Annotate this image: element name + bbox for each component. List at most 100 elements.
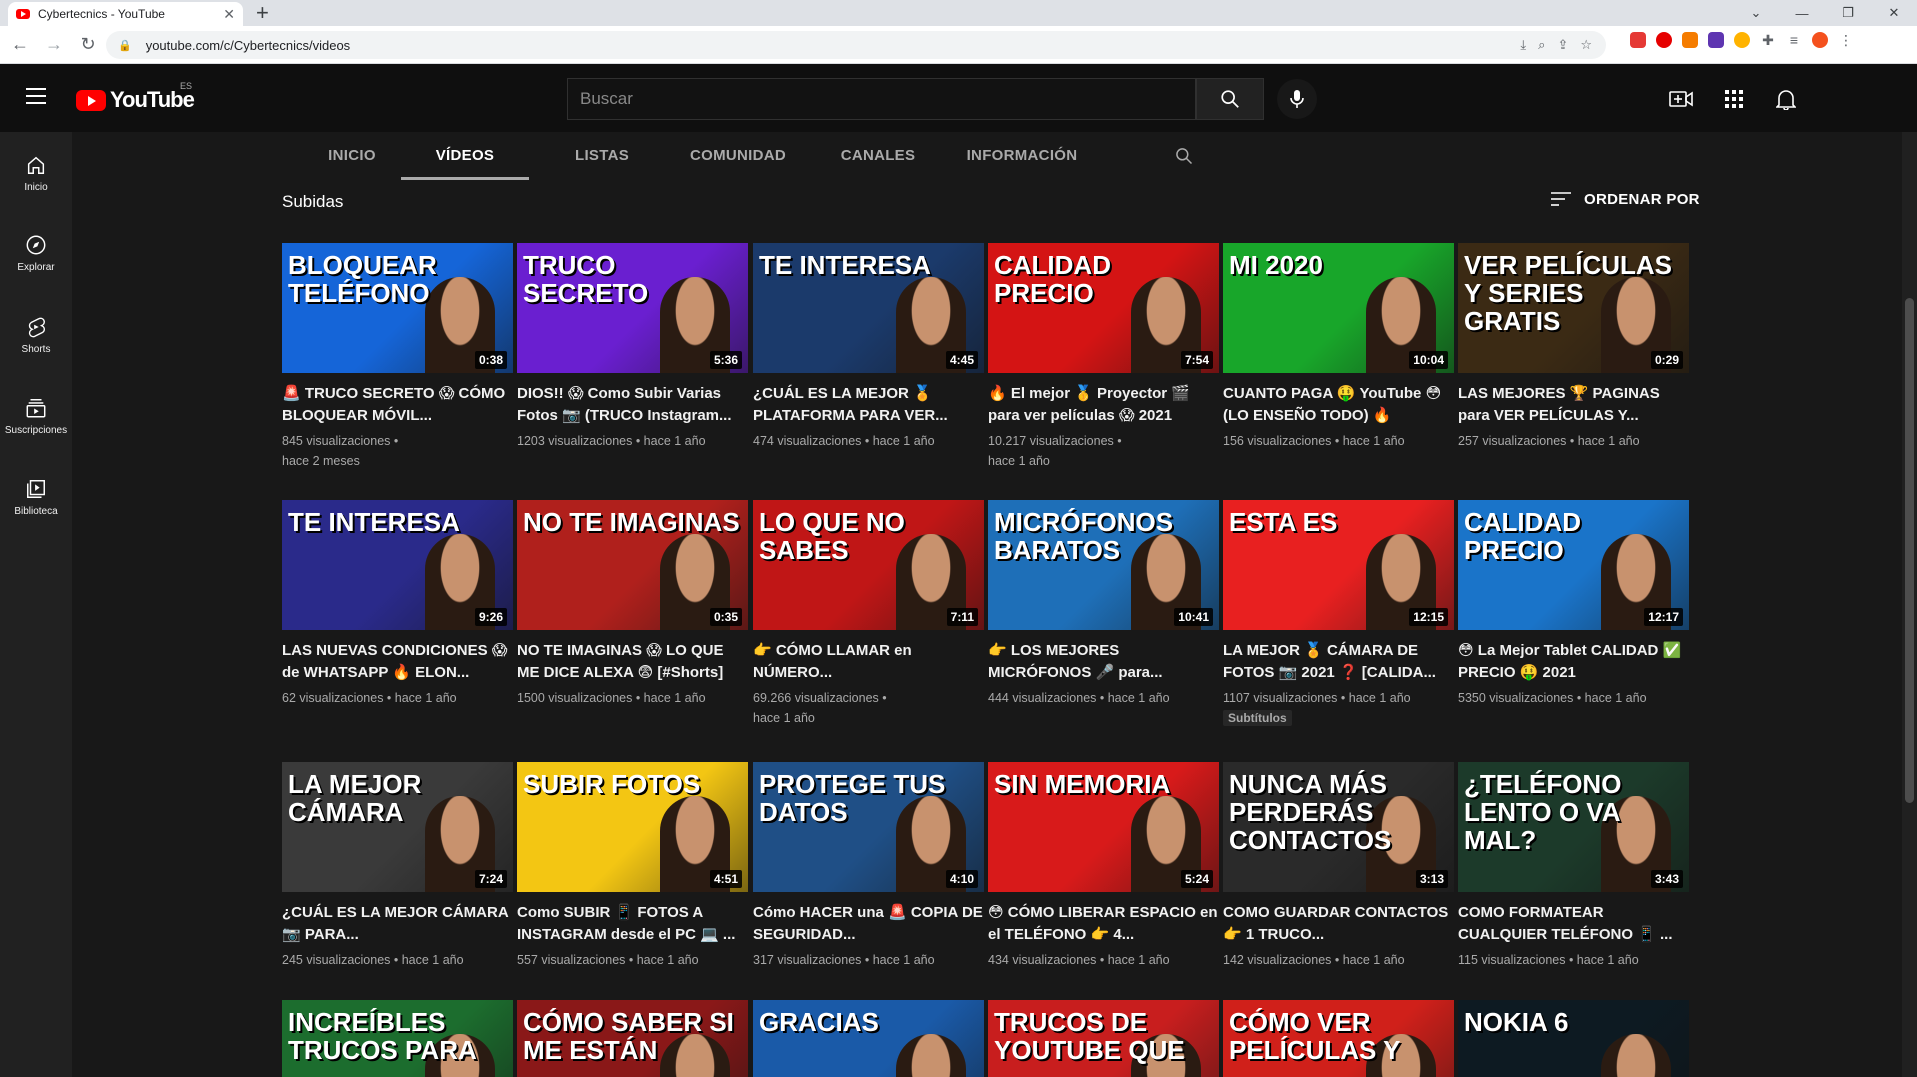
back-icon[interactable]: ← <box>6 34 34 55</box>
video-card[interactable]: CÓMO VER PELÍCULAS Y <box>1223 1000 1454 1077</box>
video-thumbnail[interactable]: PROTEGE TUS DATOS 4:10 <box>753 762 984 892</box>
video-thumbnail[interactable]: VER PELÍCULAS Y SERIES GRATIS 0:29 <box>1458 243 1689 373</box>
opera-extension-icon[interactable] <box>1656 32 1672 48</box>
youtube-logo[interactable]: YouTube ES <box>76 81 195 113</box>
video-card[interactable]: ESTA ES 12:15 LA MEJOR 🏅 CÁMARA DE FOTOS 📷… <box>1223 500 1454 727</box>
address-bar[interactable]: 🔒 youtube.com/c/Cybertecnics/videos ⤓ ⌕ … <box>106 31 1606 59</box>
notifications-bell-icon[interactable] <box>1773 86 1799 112</box>
video-title[interactable]: CUANTO PAGA 🤑 YouTube 😳 (LO ENSEÑO TODO)… <box>1223 383 1454 427</box>
video-card[interactable]: VER PELÍCULAS Y SERIES GRATIS 0:29 LAS MEJ… <box>1458 243 1689 451</box>
video-card[interactable]: NO TE IMAGINAS 0:35 NO TE IMAGINAS 😱 LO QU… <box>517 500 748 708</box>
video-thumbnail[interactable]: BLOQUEAR TELÉFONO 0:38 <box>282 243 513 373</box>
browser-tab[interactable]: Cybertecnics - YouTube ✕ <box>8 2 243 26</box>
video-thumbnail[interactable]: NUNCA MÁS PERDERÁS CONTACTOS 3:13 <box>1223 762 1454 892</box>
sidebar-item-suscripciones[interactable]: Suscripciones <box>0 397 72 436</box>
reload-icon[interactable]: ↻ <box>74 34 102 55</box>
maximize-icon[interactable]: ❐ <box>1825 5 1871 21</box>
video-thumbnail[interactable]: CÓMO VER PELÍCULAS Y <box>1223 1000 1454 1077</box>
scrollbar-thumb[interactable] <box>1905 298 1914 803</box>
video-thumbnail[interactable]: LA MEJOR CÁMARA 7:24 <box>282 762 513 892</box>
video-title[interactable]: LAS NUEVAS CONDICIONES 😱 de WHATSAPP 🔥 E… <box>282 640 513 684</box>
video-card[interactable]: Gracias <box>753 1000 984 1077</box>
lock-icon[interactable]: 🔒 <box>118 39 132 52</box>
video-thumbnail[interactable]: LO QUE NO SABES 7:11 <box>753 500 984 630</box>
video-card[interactable]: PROTEGE TUS DATOS 4:10 Cómo HACER una 🚨 CO… <box>753 762 984 970</box>
video-thumbnail[interactable]: CALIDAD PRECIO 12:17 <box>1458 500 1689 630</box>
zoom-icon[interactable]: ⌕ <box>1538 37 1545 53</box>
video-title[interactable]: ¿CUÁL ES LA MEJOR CÁMARA 📷 PARA... <box>282 902 513 946</box>
video-thumbnail[interactable]: MI 2020 10:04 <box>1223 243 1454 373</box>
video-card[interactable]: CALIDAD PRECIO 7:54 🔥 El mejor 🥇 Proyector… <box>988 243 1219 471</box>
video-title[interactable]: Como SUBIR 📱 FOTOS A INSTAGRAM desde el … <box>517 902 748 946</box>
video-title[interactable]: 🚨 TRUCO SECRETO 😱 CÓMO BLOQUEAR MÓVIL... <box>282 383 513 427</box>
video-card[interactable]: TRUCO SECRETO 5:36 DIOS!! 😱 Como Subir Var… <box>517 243 748 451</box>
video-thumbnail[interactable]: TRUCOS DE YOUTUBE QUE <box>988 1000 1219 1077</box>
video-card[interactable]: TRUCOS DE YOUTUBE QUE <box>988 1000 1219 1077</box>
extension-icon[interactable] <box>1682 32 1698 48</box>
voice-search-button[interactable] <box>1277 79 1317 119</box>
profile-avatar[interactable] <box>1812 32 1828 48</box>
video-title[interactable]: COMO FORMATEAR CUALQUIER TELÉFONO 📱 ... <box>1458 902 1689 946</box>
video-card[interactable]: INCREÍBLES TRUCOS PARA <box>282 1000 513 1077</box>
video-card[interactable]: MI 2020 10:04 CUANTO PAGA 🤑 YouTube 😳 (LO … <box>1223 243 1454 451</box>
video-title[interactable]: 😳 CÓMO LIBERAR ESPACIO en el TELÉFONO 👉 … <box>988 902 1219 946</box>
video-thumbnail[interactable]: TE INTERESA 4:45 <box>753 243 984 373</box>
tab-informacion[interactable]: INFORMACIÓN <box>948 132 1096 180</box>
video-title[interactable]: COMO GUARDAR CONTACTOS 👉 1 TRUCO... <box>1223 902 1454 946</box>
channel-search-icon[interactable] <box>1174 146 1194 171</box>
video-thumbnail[interactable]: INCREÍBLES TRUCOS PARA <box>282 1000 513 1077</box>
video-title[interactable]: 👉 CÓMO LLAMAR en NÚMERO... <box>753 640 984 684</box>
video-title[interactable]: 😳 La Mejor Tablet CALIDAD ✅ PRECIO 🤑 202… <box>1458 640 1689 684</box>
hamburger-menu-icon[interactable] <box>26 88 46 109</box>
tab-listas[interactable]: LISTAS <box>550 132 654 180</box>
create-video-icon[interactable] <box>1668 86 1694 112</box>
video-title[interactable]: LAS MEJORES 🏆 PAGINAS para VER PELÍCULAS… <box>1458 383 1689 427</box>
apps-grid-icon[interactable] <box>1721 86 1747 112</box>
video-title[interactable]: ¿CUÁL ES LA MEJOR 🏅 PLATAFORMA PARA VER.… <box>753 383 984 427</box>
video-thumbnail[interactable]: Gracias <box>753 1000 984 1077</box>
video-title[interactable]: NO TE IMAGINAS 😱 LO QUE ME DICE ALEXA 😨 … <box>517 640 748 684</box>
forward-icon[interactable]: → <box>40 34 68 55</box>
video-card[interactable]: MICRÓFONOS BARATOS 10:41 👉 LOS MEJORES MIC… <box>988 500 1219 708</box>
video-card[interactable]: LO QUE NO SABES 7:11 👉 CÓMO LLAMAR en NÚME… <box>753 500 984 728</box>
video-title[interactable]: LA MEJOR 🏅 CÁMARA DE FOTOS 📷 2021 ❓ [CAL… <box>1223 640 1454 684</box>
tab-inicio[interactable]: INICIO <box>302 132 402 180</box>
video-thumbnail[interactable]: ¿TELÉFONO LENTO O VA MAL? 3:43 <box>1458 762 1689 892</box>
reading-list-icon[interactable]: ≡ <box>1786 32 1802 48</box>
close-tab-icon[interactable]: ✕ <box>223 6 235 23</box>
video-card[interactable]: LA MEJOR CÁMARA 7:24 ¿CUÁL ES LA MEJOR CÁM… <box>282 762 513 970</box>
sort-button[interactable]: ORDENAR POR <box>1550 190 1700 208</box>
video-card[interactable]: NUNCA MÁS PERDERÁS CONTACTOS 3:13 COMO GUA… <box>1223 762 1454 970</box>
tab-videos[interactable]: VÍDEOS <box>401 132 529 180</box>
video-thumbnail[interactable]: TRUCO SECRETO 5:36 <box>517 243 748 373</box>
extension-icon[interactable] <box>1630 32 1646 48</box>
video-card[interactable]: CALIDAD PRECIO 12:17 😳 La Mejor Tablet CAL… <box>1458 500 1689 708</box>
minimize-icon[interactable]: — <box>1779 6 1825 21</box>
video-thumbnail[interactable]: CÓMO SABER SI ME ESTÁN <box>517 1000 748 1077</box>
video-thumbnail[interactable]: CALIDAD PRECIO 7:54 <box>988 243 1219 373</box>
video-thumbnail[interactable]: NOKIA 6 <box>1458 1000 1689 1077</box>
video-thumbnail[interactable]: MICRÓFONOS BARATOS 10:41 <box>988 500 1219 630</box>
video-card[interactable]: TE INTERESA 9:26 LAS NUEVAS CONDICIONES 😱 … <box>282 500 513 708</box>
video-thumbnail[interactable]: ESTA ES 12:15 <box>1223 500 1454 630</box>
video-card[interactable]: ¿TELÉFONO LENTO O VA MAL? 3:43 COMO FORMAT… <box>1458 762 1689 970</box>
install-icon[interactable]: ⤓ <box>1520 37 1526 53</box>
tab-canales[interactable]: CANALES <box>821 132 935 180</box>
video-thumbnail[interactable]: SIN MEMORIA 5:24 <box>988 762 1219 892</box>
video-card[interactable]: SUBIR FOTOS 4:51 Como SUBIR 📱 FOTOS A INST… <box>517 762 748 970</box>
video-card[interactable]: SIN MEMORIA 5:24 😳 CÓMO LIBERAR ESPACIO en… <box>988 762 1219 970</box>
extension-icon[interactable] <box>1734 32 1750 48</box>
sidebar-item-inicio[interactable]: Inicio <box>0 154 72 193</box>
video-card[interactable]: CÓMO SABER SI ME ESTÁN <box>517 1000 748 1077</box>
search-button[interactable] <box>1196 78 1264 120</box>
video-title[interactable]: DIOS!! 😱 Como Subir Varias Fotos 📷 (TRUC… <box>517 383 748 427</box>
sidebar-item-shorts[interactable]: Shorts <box>0 316 72 355</box>
video-card[interactable]: TE INTERESA 4:45 ¿CUÁL ES LA MEJOR 🏅 PLATA… <box>753 243 984 451</box>
video-thumbnail[interactable]: NO TE IMAGINAS 0:35 <box>517 500 748 630</box>
share-icon[interactable]: ⇪ <box>1557 37 1568 53</box>
extension-icon[interactable] <box>1708 32 1724 48</box>
video-title[interactable]: 👉 LOS MEJORES MICRÓFONOS 🎤 para... <box>988 640 1219 684</box>
sidebar-item-biblioteca[interactable]: Biblioteca <box>0 478 72 517</box>
puzzle-icon[interactable]: ✚ <box>1760 32 1776 48</box>
chrome-menu-icon[interactable]: ⋮ <box>1838 32 1854 48</box>
